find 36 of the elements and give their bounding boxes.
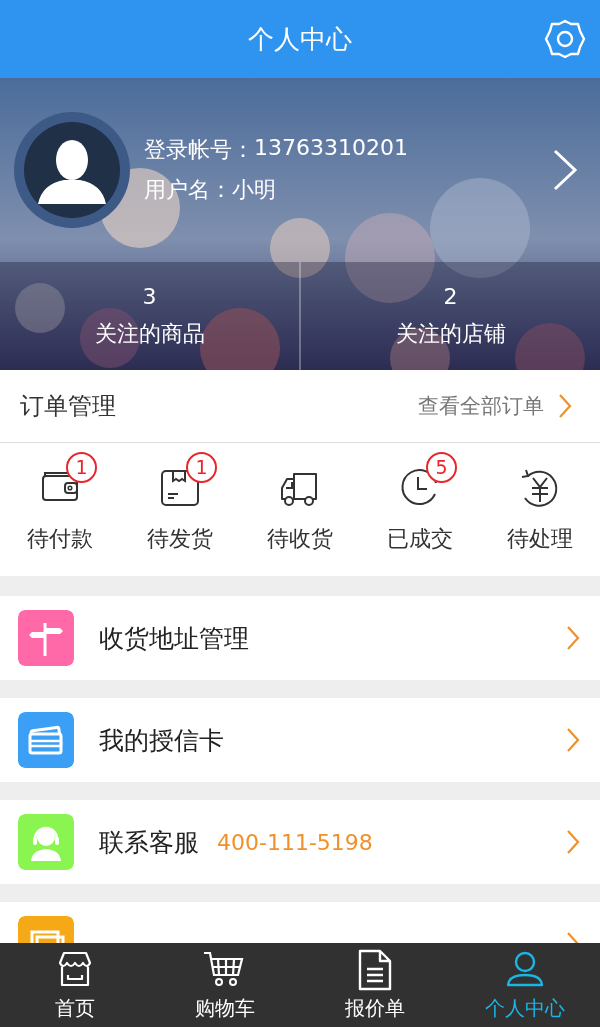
tab[interactable]: 购物车 [150,943,300,1027]
tab[interactable]: 首页 [0,943,150,1027]
follow-label[interactable]: 关注的商品 [94,318,205,349]
username-label: 用户名： [144,176,232,204]
menu-item[interactable]: 收货地址管理 [0,596,600,680]
count-badge: 5 [426,451,457,483]
menu-item[interactable]: 联系客服 400-111-5198 [0,800,600,884]
tab[interactable]: 个人中心 [450,943,600,1027]
chevron-icon [566,829,580,855]
section-title: 订单管理 [20,391,117,422]
page-title: 个人中心 [248,22,352,56]
tab[interactable]: 报价单 [300,943,450,1027]
count-badge: 1 [186,451,217,483]
order-status-button[interactable]: 1 待付款 [0,443,120,576]
settings-icon[interactable] [544,18,586,60]
chevron-icon [558,393,572,419]
menu-label: 收货地址管理 [99,622,249,655]
follow-count: 3 [142,283,157,309]
menu-label: 我的授信卡 [99,724,224,757]
phone-number: 400-111-5198 [217,829,373,855]
avatar-icon [24,122,120,218]
order-status-button[interactable]: 待处理 [480,443,600,576]
order-status-button[interactable]: 5 已成交 [360,443,480,576]
count-badge: 1 [66,451,97,483]
order-status-button[interactable]: 待收货 [240,443,360,576]
view-all-orders-link[interactable]: 查看全部订单 [418,392,572,420]
username: 小明 [232,176,276,204]
account-label: 登录帐号： [144,136,254,164]
follow-count: 2 [443,283,458,309]
follow-label[interactable]: 关注的店铺 [395,318,506,349]
chevron-icon [566,727,580,753]
menu-label: 联系客服 [99,826,199,859]
account-number: 13763310201 [254,135,408,162]
menu-item[interactable]: 我的授信卡 [0,698,600,782]
order-status-button[interactable]: 1 待发货 [120,443,240,576]
chevron-icon [566,625,580,651]
